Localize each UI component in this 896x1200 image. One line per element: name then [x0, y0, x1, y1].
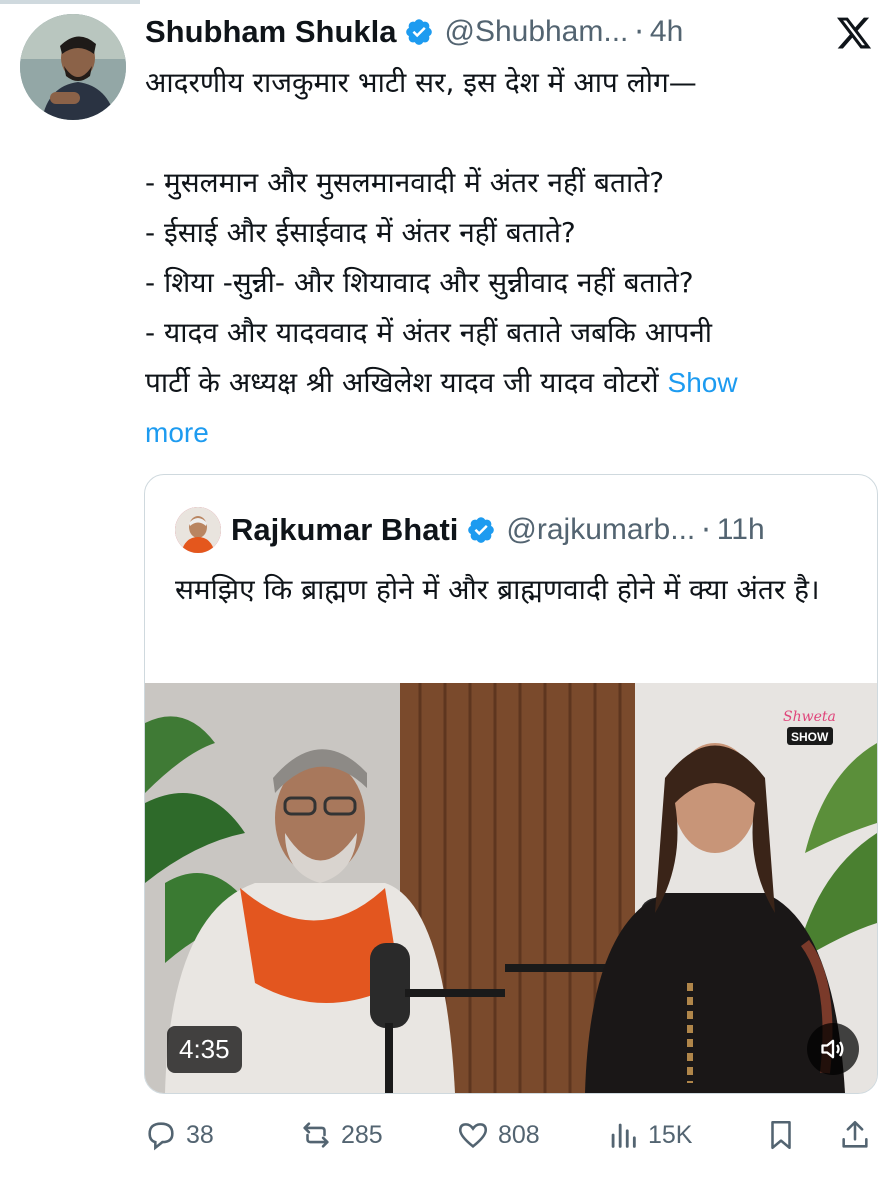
x-logo-icon[interactable]: [834, 14, 874, 52]
tweet-body: आदरणीय राजकुमार भाटी सर, इस देश में आप ल…: [145, 58, 885, 458]
repost-icon: [303, 1122, 329, 1148]
bookmark-icon: [771, 1120, 791, 1150]
quote-body: समझिए कि ब्राह्मण होने में और ब्राह्मणवा…: [175, 573, 820, 606]
video-thumbnail: [145, 683, 877, 1093]
views-icon: [611, 1123, 636, 1148]
quote-author-name[interactable]: Rajkumar Bhati: [231, 512, 458, 548]
quote-verified-badge-icon: [468, 517, 495, 543]
reply-count: 38: [186, 1120, 214, 1149]
reply-icon: [148, 1122, 174, 1151]
repost-count: 285: [341, 1120, 383, 1149]
views-count: 15K: [648, 1120, 693, 1149]
views-button[interactable]: 15K: [606, 1112, 692, 1158]
quoted-tweet[interactable]: Rajkumar Bhati @rajkumarb... · 11h समझिए…: [144, 474, 878, 1094]
mute-toggle[interactable]: [807, 1023, 859, 1075]
video-player[interactable]: Shweta SHOW 4:35: [145, 683, 877, 1093]
quote-author-avatar[interactable]: [175, 507, 221, 553]
share-button[interactable]: [838, 1112, 872, 1158]
like-button[interactable]: 808: [456, 1112, 540, 1158]
top-divider: [0, 0, 140, 4]
repost-button[interactable]: 285: [299, 1112, 383, 1158]
like-count: 808: [498, 1120, 540, 1149]
tweet-body-text: आदरणीय राजकुमार भाटी सर, इस देश में आप ल…: [145, 66, 713, 399]
author-name[interactable]: Shubham Shukla: [145, 14, 396, 50]
show-logo: Shweta SHOW: [783, 709, 836, 745]
bookmark-button[interactable]: [764, 1112, 798, 1158]
author-avatar[interactable]: [20, 14, 126, 120]
action-bar: 38 285 808 15K: [144, 1112, 884, 1158]
quote-timestamp[interactable]: 11h: [717, 513, 765, 547]
tweet-header: Shubham Shukla @Shubham... · 4h: [145, 12, 683, 52]
volume-icon: [821, 1039, 844, 1059]
reply-button[interactable]: 38: [144, 1112, 214, 1158]
show-logo-sub: SHOW: [791, 730, 829, 744]
show-logo-title: Shweta: [783, 709, 836, 725]
quote-header: Rajkumar Bhati @rajkumarb... · 11h: [175, 507, 765, 553]
quote-header-separator: ·: [701, 512, 711, 548]
quote-author-handle[interactable]: @rajkumarb...: [506, 513, 695, 547]
author-handle[interactable]: @Shubham...: [444, 15, 628, 49]
tweet-timestamp[interactable]: 4h: [650, 15, 683, 49]
share-icon: [842, 1120, 868, 1148]
video-duration: 4:35: [167, 1026, 242, 1073]
verified-badge-icon: [406, 19, 433, 45]
header-separator: ·: [634, 14, 644, 50]
like-icon: [458, 1123, 488, 1148]
